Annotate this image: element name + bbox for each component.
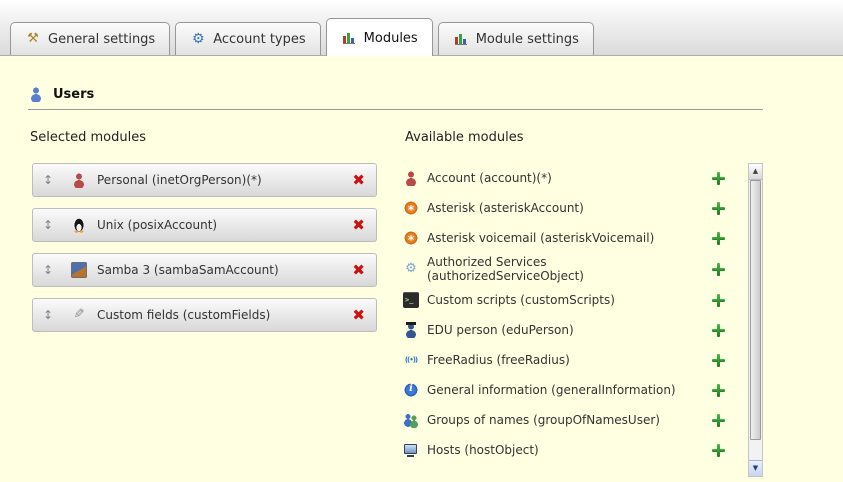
scroll-up-button[interactable]: ▲ [749,164,762,180]
remove-module-button[interactable]: ✖ [350,308,367,323]
plus-icon [712,294,725,307]
available-module-row: Account (account)(*) [403,163,725,193]
tab[interactable]: General settings [10,22,170,55]
user-icon [28,86,44,102]
scrollbar[interactable]: ▲ ▼ [748,163,763,477]
available-module-row: Hosts (hostObject) [403,435,725,465]
drag-handle-icon[interactable]: ↕ [39,308,57,322]
available-module-label: Account (account)(*) [427,171,704,185]
plus-icon [712,263,725,276]
selected-modules-column: Selected modules ↕ Personal (inetOrgPers… [28,130,378,477]
tab-bar: General settings Account types Modules M… [0,0,843,56]
selected-modules-heading: Selected modules [30,130,378,145]
tab-label: Module settings [476,32,579,47]
scripts-icon [403,292,419,308]
custom-fields-icon [71,307,87,323]
add-module-button[interactable] [712,444,725,457]
tab-label: General settings [48,32,155,47]
selected-modules-list: ↕ Personal (inetOrgPerson)(*) ✖ ↕ Unix (… [28,163,378,332]
drag-handle-icon[interactable]: ↕ [39,218,57,232]
scrollbar-thumb[interactable] [750,180,761,440]
available-modules-heading: Available modules [405,130,763,145]
asterisk-voicemail-icon [403,230,419,246]
available-module-row: EDU person (eduPerson) [403,315,725,345]
available-module-row: Asterisk (asteriskAccount) [403,193,725,223]
gear-icon [190,31,206,47]
plus-icon [712,324,725,337]
available-module-row: Asterisk voicemail (asteriskVoicemail) [403,223,725,253]
info-icon [403,382,419,398]
plus-icon [712,354,725,367]
host-icon [403,442,419,458]
selected-module-row[interactable]: ↕ Custom fields (customFields) ✖ [32,298,377,332]
chart-icon [341,30,357,46]
tab[interactable]: Module settings [438,22,594,55]
tab[interactable]: Modules [326,18,433,56]
samba-icon [71,262,87,278]
tab[interactable]: Account types [175,22,320,55]
plus-icon [712,384,725,397]
available-module-label: Hosts (hostObject) [427,443,704,457]
add-module-button[interactable] [712,232,725,245]
account-icon [403,170,419,186]
drag-handle-icon[interactable]: ↕ [39,173,57,187]
personal-icon [71,172,87,188]
available-module-label: Custom scripts (customScripts) [427,293,704,307]
add-module-button[interactable] [712,172,725,185]
tab-label: Modules [364,31,418,46]
available-module-row: Authorized Services (authorizedServiceOb… [403,253,725,285]
available-module-label: Asterisk (asteriskAccount) [427,201,704,215]
add-module-button[interactable] [712,354,725,367]
available-module-row: Groups of names (groupOfNamesUser) [403,405,725,435]
selected-module-row[interactable]: ↕ Samba 3 (sambaSamAccount) ✖ [32,253,377,287]
plus-icon [712,172,725,185]
remove-module-button[interactable]: ✖ [350,218,367,233]
add-module-button[interactable] [712,384,725,397]
remove-module-button[interactable]: ✖ [350,173,367,188]
freeradius-icon [403,352,419,368]
tools-icon [25,31,41,47]
available-module-label: Authorized Services (authorizedServiceOb… [427,255,704,283]
available-module-label: Asterisk voicemail (asteriskVoicemail) [427,231,704,245]
selected-module-label: Unix (posixAccount) [97,218,217,232]
available-module-label: FreeRadius (freeRadius) [427,353,704,367]
selected-module-label: Custom fields (customFields) [97,308,270,322]
selected-module-label: Samba 3 (sambaSamAccount) [97,263,279,277]
available-module-row: Custom scripts (customScripts) [403,285,725,315]
group-icon [403,412,419,428]
asterisk-icon [403,200,419,216]
selected-module-label: Personal (inetOrgPerson)(*) [97,173,262,187]
plus-icon [712,232,725,245]
available-module-label: Groups of names (groupOfNamesUser) [427,413,704,427]
modules-page: Users Selected modules ↕ Personal (inetO… [0,56,843,477]
tab-label: Account types [213,32,305,47]
scroll-down-button[interactable]: ▼ [749,460,762,476]
add-module-button[interactable] [712,294,725,307]
unix-icon [71,217,87,233]
available-modules-box: Account (account)(*) Asterisk (asteriskA… [403,163,763,477]
plus-icon [712,444,725,457]
plus-icon [712,414,725,427]
available-module-label: EDU person (eduPerson) [427,323,704,337]
services-icon [403,261,419,277]
add-module-button[interactable] [712,324,725,337]
available-modules-list: Account (account)(*) Asterisk (asteriskA… [403,163,763,465]
plus-icon [712,202,725,215]
available-modules-column: Available modules Account (account)(*) A… [403,130,763,477]
chart-settings-icon [453,31,469,47]
section-header: Users [28,86,763,110]
section-title: Users [53,87,94,102]
available-module-row: General information (generalInformation) [403,375,725,405]
edu-person-icon [403,322,419,338]
selected-module-row[interactable]: ↕ Unix (posixAccount) ✖ [32,208,377,242]
selected-module-row[interactable]: ↕ Personal (inetOrgPerson)(*) ✖ [32,163,377,197]
available-module-row: FreeRadius (freeRadius) [403,345,725,375]
add-module-button[interactable] [712,263,725,276]
module-columns: Selected modules ↕ Personal (inetOrgPers… [28,130,763,477]
remove-module-button[interactable]: ✖ [350,263,367,278]
drag-handle-icon[interactable]: ↕ [39,263,57,277]
available-module-label: General information (generalInformation) [427,383,704,397]
add-module-button[interactable] [712,414,725,427]
add-module-button[interactable] [712,202,725,215]
